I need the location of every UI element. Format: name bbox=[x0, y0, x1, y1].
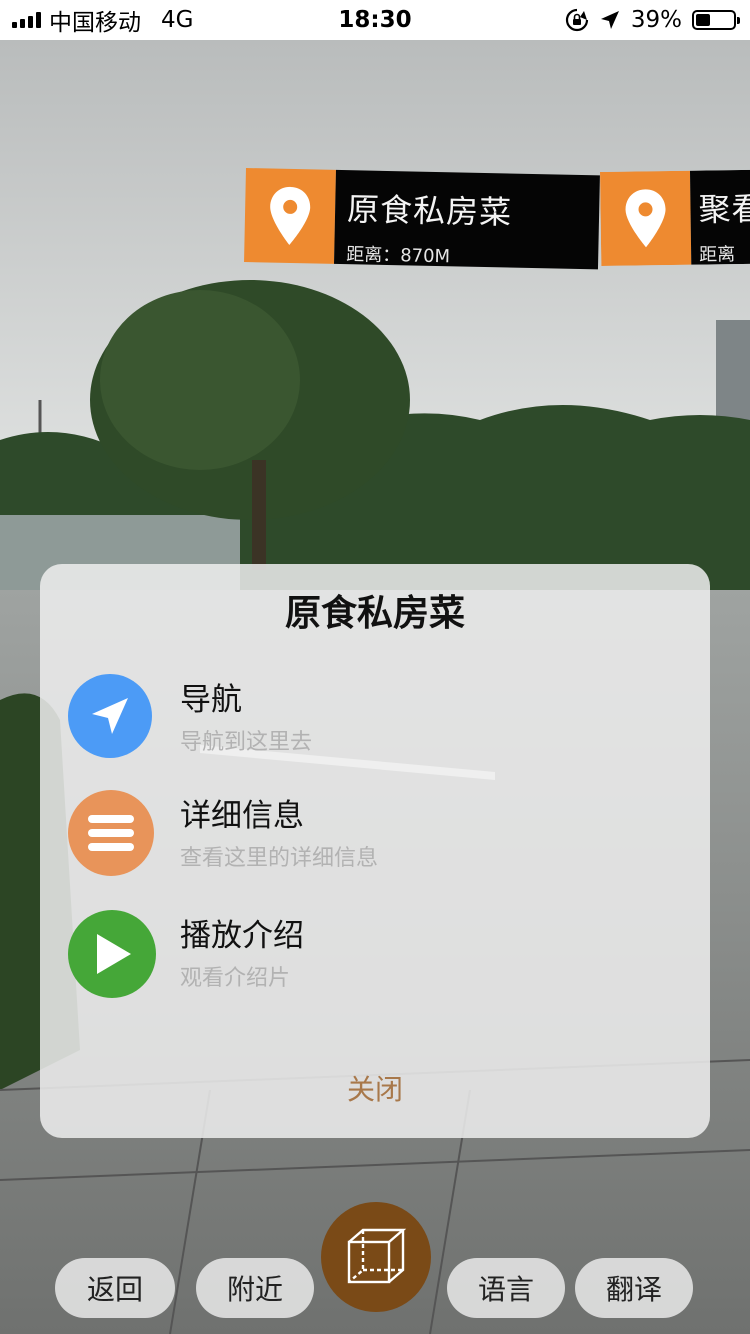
rotation-lock-icon bbox=[565, 8, 588, 32]
poi-distance: 距离：870M bbox=[345, 244, 451, 268]
ar-poi-label[interactable]: 原食私房菜 距离：870M bbox=[244, 168, 600, 270]
3d-cube-icon bbox=[347, 1228, 407, 1284]
battery-level bbox=[696, 14, 711, 26]
menu-item-subtitle: 观看介绍片 bbox=[180, 966, 291, 991]
language-button[interactable]: 语言 bbox=[447, 1258, 565, 1318]
panel-title: 原食私房菜 bbox=[284, 593, 465, 634]
map-pin-icon bbox=[244, 168, 336, 264]
battery-icon bbox=[692, 10, 740, 30]
back-button[interactable]: 返回 bbox=[55, 1258, 175, 1318]
play-icon bbox=[68, 910, 156, 998]
menu-item-title: 详细信息 bbox=[180, 798, 304, 834]
status-right: 39% bbox=[565, 0, 740, 40]
ar-poi-label[interactable]: 聚看 距离 bbox=[600, 169, 750, 266]
poi-distance: 距离 bbox=[699, 244, 736, 266]
map-pin-icon bbox=[600, 170, 692, 266]
translate-button[interactable]: 翻译 bbox=[575, 1258, 693, 1318]
menu-item-title: 导航 bbox=[180, 682, 242, 718]
menu-item-subtitle: 导航到这里去 bbox=[180, 730, 313, 755]
nearby-button[interactable]: 附近 bbox=[196, 1258, 314, 1318]
poi-name: 聚看 bbox=[698, 189, 750, 229]
list-menu-icon bbox=[68, 790, 154, 876]
close-button[interactable]: 关闭 bbox=[40, 1068, 710, 1108]
poi-action-panel: 原食私房菜 导航 导航到这里去 详细信息 查看这里的详细信息 播放介绍 观看介绍… bbox=[40, 564, 710, 1138]
status-bar: 中国移动 4G 18:30 39% bbox=[0, 0, 750, 40]
menu-item-navigation[interactable]: 导航 导航到这里去 bbox=[64, 674, 684, 764]
battery-percent: 39% bbox=[630, 7, 682, 33]
menu-item-title: 播放介绍 bbox=[180, 918, 304, 954]
navigation-arrow-icon bbox=[68, 674, 152, 758]
menu-item-details[interactable]: 详细信息 查看这里的详细信息 bbox=[64, 790, 684, 880]
menu-item-subtitle: 查看这里的详细信息 bbox=[180, 846, 379, 871]
poi-name: 原食私房菜 bbox=[346, 190, 513, 232]
menu-item-play-intro[interactable]: 播放介绍 观看介绍片 bbox=[64, 910, 684, 1000]
poi-info: 聚看 距离 bbox=[689, 169, 750, 266]
3d-view-button[interactable] bbox=[321, 1202, 431, 1312]
location-arrow-icon bbox=[600, 11, 619, 29]
poi-info: 原食私房菜 距离：870M bbox=[334, 169, 600, 270]
